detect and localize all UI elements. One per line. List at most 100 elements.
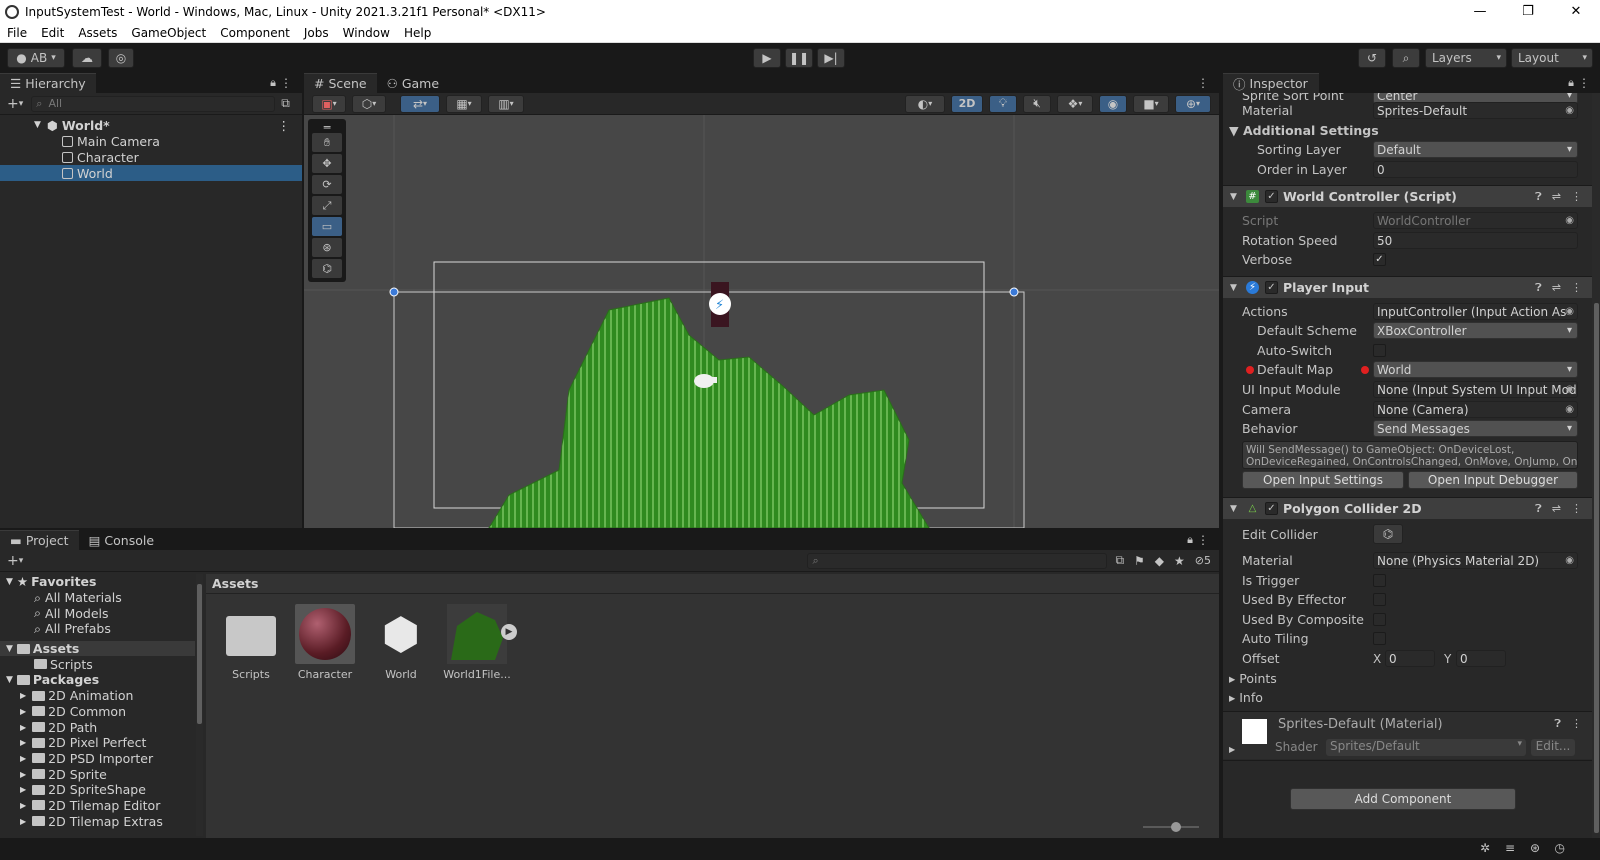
package-row[interactable]: ▶ 2D Pixel Perfect [0, 735, 195, 751]
tag-icon[interactable]: ◆ [1155, 554, 1164, 568]
zoom-slider-thumb[interactable] [1171, 822, 1181, 832]
star-icon[interactable]: ★ [1174, 554, 1185, 568]
component-enabled-checkbox[interactable]: ✓ [1265, 281, 1278, 294]
is-trigger-checkbox[interactable] [1373, 574, 1386, 587]
add-icon[interactable]: + [7, 96, 19, 112]
offset-y-field[interactable]: 0 [1456, 650, 1506, 667]
points-foldout[interactable]: ▸ Points [1229, 671, 1277, 686]
layout-dropdown[interactable]: Layout ▾ [1511, 48, 1593, 68]
behavior-dropdown[interactable]: Send Messages [1373, 420, 1578, 437]
lock-icon[interactable]: 🔒︎ [1568, 76, 1574, 90]
scrollbar-thumb[interactable] [1594, 303, 1599, 833]
pause-button[interactable]: ❚❚ [785, 48, 813, 68]
filter-label-icon[interactable]: ⚑ [1134, 554, 1145, 568]
more-icon[interactable]: ⋮ [1578, 76, 1590, 90]
history-button[interactable]: ↺ [1358, 48, 1386, 68]
menu-edit[interactable]: Edit [34, 26, 71, 40]
player-input-header[interactable]: ▼ ⚡ ✓ Player Input ❓︎ ⇌ ⋮ [1223, 276, 1592, 298]
auto-switch-checkbox[interactable] [1373, 344, 1386, 357]
camera-dropdown[interactable]: ■ ▾ [1133, 94, 1169, 113]
help-icon[interactable]: ❓︎ [1554, 717, 1561, 731]
preset-icon[interactable]: ⇌ [1552, 281, 1561, 295]
tab-scene[interactable]: # Scene [304, 73, 377, 93]
collab-button[interactable]: ◎ [108, 48, 134, 68]
component-enabled-checkbox[interactable]: ✓ [1265, 502, 1278, 515]
favorite-item[interactable]: ⌕ All Materials [0, 590, 195, 606]
used-by-effector-checkbox[interactable] [1373, 593, 1386, 606]
increment-dropdown[interactable]: ▥ ▾ [488, 94, 524, 113]
open-input-settings-button[interactable]: Open Input Settings [1242, 471, 1404, 489]
favorite-item[interactable]: ⌕ All Models [0, 605, 195, 621]
collapse-arrow-icon[interactable]: ▶ [1229, 745, 1235, 754]
tab-game[interactable]: ⚇ Game [377, 73, 449, 93]
asset-world[interactable]: ⬢ World [366, 604, 436, 682]
more-icon[interactable]: ⋮ [278, 118, 291, 133]
physics-material-field[interactable]: None (Physics Material 2D) [1373, 552, 1578, 569]
lighting-toggle[interactable]: 💡︎ [989, 94, 1017, 113]
hierarchy-item-main-camera[interactable]: Main Camera [0, 133, 302, 149]
chevron-down-icon[interactable]: ▾ [19, 556, 24, 566]
package-row[interactable]: ▶ 2D PSD Importer [0, 751, 195, 767]
favorite-item[interactable]: ⌕ All Prefabs [0, 621, 195, 637]
more-icon[interactable]: ⋮ [1571, 190, 1582, 204]
gizmos-dropdown[interactable]: ⊕ ▾ [1175, 94, 1211, 113]
search-options-icon[interactable]: ⧉ [281, 96, 290, 111]
scene-row[interactable]: ▼ ⬢ World* ⋮ [0, 117, 302, 133]
expand-play-icon[interactable]: ▶ [501, 624, 517, 640]
close-button[interactable]: ✕ [1552, 0, 1600, 23]
lock-icon[interactable]: 🔒︎ [1187, 533, 1193, 547]
effects-dropdown[interactable]: ❖ ▾ [1057, 94, 1093, 113]
hierarchy-search-input[interactable]: ⌕ All [31, 95, 276, 112]
tab-inspector[interactable]: ⓘ Inspector [1223, 73, 1319, 93]
search-button[interactable]: ⌕ [1392, 48, 1420, 68]
chevron-down-icon[interactable]: ▾ [19, 99, 24, 109]
shader-edit-button[interactable]: Edit... [1531, 739, 1575, 756]
visibility-toggle[interactable]: ◉ [1099, 94, 1127, 113]
open-input-debugger-button[interactable]: Open Input Debugger [1408, 471, 1578, 489]
scrollbar-thumb[interactable] [197, 584, 202, 724]
package-row[interactable]: ▶ 2D Path [0, 719, 195, 735]
menu-component[interactable]: Component [213, 26, 297, 40]
render-mode-dropdown[interactable]: ◐ ▾ [905, 94, 945, 113]
tab-project[interactable]: ▬ Project [0, 530, 79, 550]
timer-icon[interactable]: ◷ [1555, 841, 1565, 855]
menu-file[interactable]: File [0, 26, 34, 40]
hierarchy-item-character[interactable]: Character [0, 149, 302, 165]
hand-tool-button[interactable]: ✋︎ [312, 133, 342, 152]
play-button[interactable]: ▶ [753, 48, 781, 68]
favorites-header[interactable]: ▼ ★ Favorites [0, 574, 195, 590]
audio-toggle[interactable]: 🔇︎ [1023, 94, 1051, 113]
packages-folder-row[interactable]: ▼ Packages [0, 672, 195, 688]
package-row[interactable]: ▶ 2D Tilemap Editor [0, 798, 195, 814]
ui-input-module-field[interactable]: None (Input System UI Input Modu [1373, 381, 1578, 398]
tab-hierarchy[interactable]: ☰ Hierarchy [0, 73, 96, 93]
drag-handle[interactable]: ═ [312, 121, 342, 134]
world-controller-header[interactable]: ▼ # ✓ World Controller (Script) ❓︎ ⇌ ⋮ [1223, 185, 1592, 207]
inspector-scrollbar[interactable] [1592, 93, 1600, 838]
more-icon[interactable]: ⋮ [1197, 533, 1209, 547]
camera-field[interactable]: None (Camera) [1373, 401, 1578, 418]
bug-icon[interactable]: ✲ [1480, 841, 1490, 855]
rect-tool-button[interactable]: ▭ [312, 217, 342, 236]
preset-icon[interactable]: ⇌ [1552, 190, 1561, 204]
add-icon[interactable]: + [7, 553, 19, 569]
hierarchy-item-world[interactable]: World [0, 165, 302, 181]
used-by-composite-checkbox[interactable] [1373, 613, 1386, 626]
info-foldout[interactable]: ▸ Info [1229, 690, 1263, 705]
menu-assets[interactable]: Assets [71, 26, 124, 40]
more-icon[interactable]: ⋮ [1571, 717, 1582, 731]
sorting-layer-dropdown[interactable]: Default [1373, 141, 1578, 158]
breadcrumb[interactable]: Assets [206, 574, 1219, 594]
more-icon[interactable]: ⋮ [1197, 76, 1209, 90]
debug-icon[interactable]: ⊛ [1530, 841, 1540, 855]
menu-gameobject[interactable]: GameObject [124, 26, 213, 40]
cloud-button[interactable]: ☁ [72, 48, 102, 68]
filter-type-icon[interactable]: ⧉ [1115, 553, 1124, 568]
package-row[interactable]: ▶ 2D Tilemap Extras [0, 813, 195, 829]
default-scheme-dropdown[interactable]: XBoxController [1373, 322, 1578, 339]
add-component-button[interactable]: Add Component [1290, 788, 1516, 810]
menu-window[interactable]: Window [336, 26, 397, 40]
terrain-polygon[interactable] [488, 297, 930, 528]
account-dropdown[interactable]: ● AB ▾ [7, 48, 65, 68]
default-map-dropdown[interactable]: World [1373, 361, 1578, 378]
